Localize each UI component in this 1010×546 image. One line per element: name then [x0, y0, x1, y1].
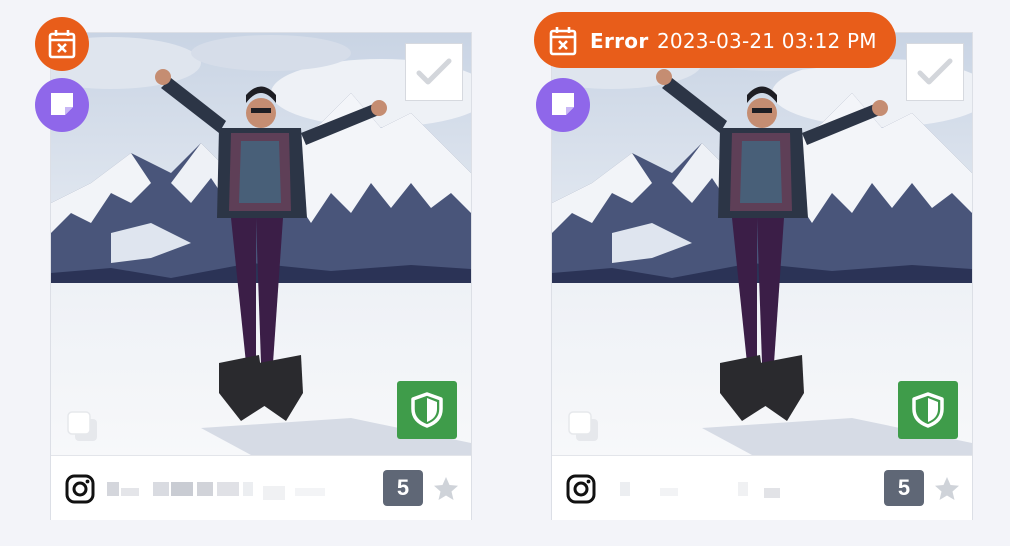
- select-checkbox[interactable]: [906, 43, 964, 101]
- comment-count-badge: 5: [383, 470, 423, 506]
- multiple-media-icon: [65, 409, 101, 445]
- media-card[interactable]: 5: [50, 32, 472, 520]
- instagram-icon: [65, 474, 95, 504]
- note-button[interactable]: [35, 78, 89, 132]
- calendar-x-icon: [549, 27, 577, 56]
- select-checkbox[interactable]: [405, 43, 463, 101]
- checkmark-icon: [416, 58, 452, 85]
- shield-icon: [912, 392, 944, 428]
- comment-count-badge: 5: [884, 470, 924, 506]
- checkmark-icon: [917, 58, 953, 85]
- rights-approved-button[interactable]: [898, 381, 958, 439]
- redacted-username: [107, 482, 327, 500]
- redacted-username: [608, 482, 828, 498]
- schedule-error-status[interactable]: Error 2023-03-21 03:12 PM: [534, 12, 896, 68]
- schedule-error-button[interactable]: [35, 17, 89, 71]
- star-icon[interactable]: [431, 474, 461, 504]
- calendar-x-icon: [48, 30, 76, 59]
- sticky-note-icon: [552, 93, 574, 115]
- multiple-media-icon: [566, 409, 602, 445]
- instagram-icon: [566, 474, 596, 504]
- shield-icon: [411, 392, 443, 428]
- rights-approved-button[interactable]: [397, 381, 457, 439]
- sticky-note-icon: [51, 93, 73, 115]
- error-label: Error: [590, 29, 649, 53]
- card-footer: 5: [51, 455, 471, 520]
- error-timestamp: 2023-03-21 03:12 PM: [657, 29, 877, 53]
- star-icon[interactable]: [932, 474, 962, 504]
- card-footer: 5: [552, 455, 972, 520]
- media-card[interactable]: 5: [551, 32, 973, 520]
- note-button[interactable]: [536, 78, 590, 132]
